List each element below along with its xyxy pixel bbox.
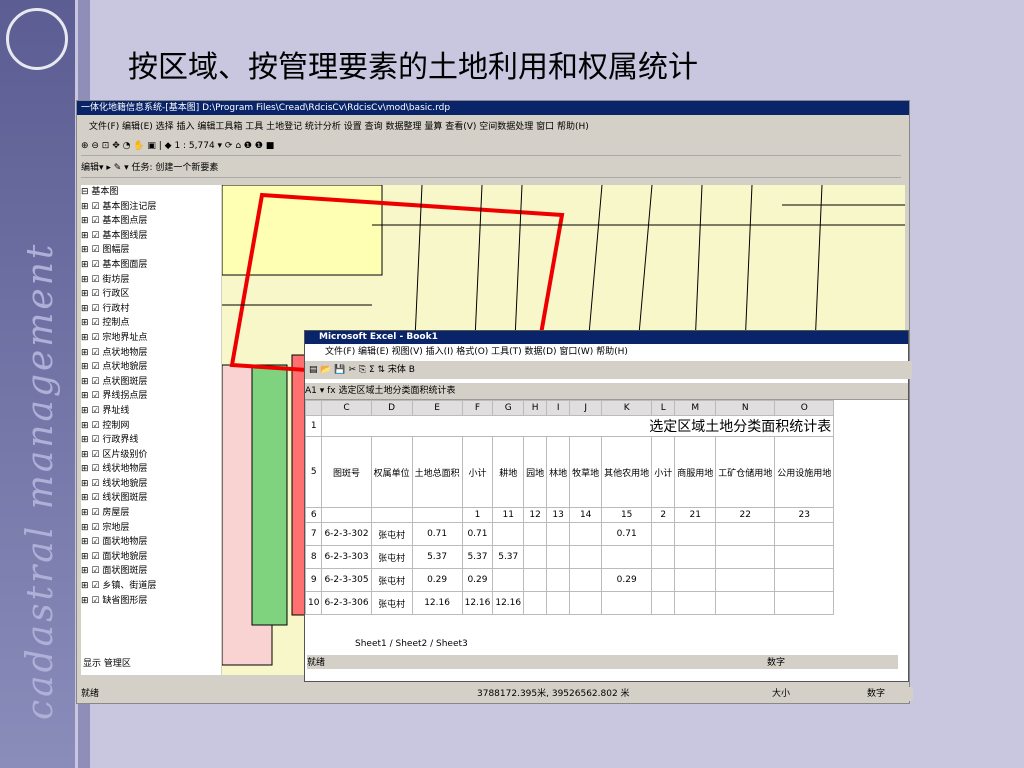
layer-item[interactable]: ⊞ ☑ 基本图注记层: [81, 200, 221, 215]
vertical-text: cadastral management: [20, 241, 61, 720]
layer-item[interactable]: ⊞ ☑ 点状图斑层: [81, 375, 221, 390]
spreadsheet[interactable]: C D E F G H I J K L M N O 1 选定区域土地分类面积统计表 5 图斑号 权属单位 土地总面积…: [304, 400, 835, 615]
layer-item[interactable]: ⊞ ☑ 基本图线层: [81, 229, 221, 244]
layer-item[interactable]: ⊞ ☑ 控制网: [81, 419, 221, 434]
layer-item[interactable]: ⊞ ☑ 点状地物层: [81, 346, 221, 361]
layer-item[interactable]: ⊞ ☑ 图幅层: [81, 243, 221, 258]
layer-item[interactable]: ⊞ ☑ 面状图斑层: [81, 564, 221, 579]
layer-item[interactable]: ⊞ ☑ 行政界线: [81, 433, 221, 448]
excel-title: Microsoft Excel - Book1: [305, 331, 908, 344]
side-banner: cadastral management: [0, 0, 75, 768]
excel-menu[interactable]: 文件(F) 编辑(E) 视图(V) 插入(I) 格式(O) 工具(T) 数据(D…: [325, 345, 905, 359]
menu-bar[interactable]: 文件(F) 编辑(E) 选择 插入 编辑工具箱 工具 土地登记 统计分析 设置 …: [77, 119, 589, 133]
layer-item[interactable]: ⊞ ☑ 房屋层: [81, 506, 221, 521]
layer-item[interactable]: ⊞ ☑ 行政区: [81, 287, 221, 302]
layer-item[interactable]: ⊞ ☑ 缺省图形层: [81, 594, 221, 609]
layer-item[interactable]: ⊞ ☑ 宗地界址点: [81, 331, 221, 346]
excel-toolbar[interactable]: ▤ 📂 💾 ✂ ⎘ Σ ⇅ 宋体 B: [305, 361, 912, 379]
layer-item[interactable]: ⊞ ☑ 线状地物层: [81, 462, 221, 477]
name-box[interactable]: A1: [305, 386, 317, 396]
layer-item[interactable]: ⊞ ☑ 宗地层: [81, 521, 221, 536]
formula-text[interactable]: 选定区域土地分类面积统计表: [339, 386, 456, 396]
excel-window[interactable]: Microsoft Excel - Book1 文件(F) 编辑(E) 视图(V…: [304, 330, 912, 682]
layer-item[interactable]: ⊞ ☑ 区片级别价: [81, 448, 221, 463]
layer-item[interactable]: ⊞ ☑ 基本图点层: [81, 214, 221, 229]
excel-status: 就绪 数字: [307, 655, 898, 669]
layer-item[interactable]: ⊞ ☑ 界址线: [81, 404, 221, 419]
tab-display[interactable]: 显示: [83, 659, 101, 669]
layer-item[interactable]: ⊞ ☑ 行政村: [81, 302, 221, 317]
slide-title: 按区域、按管理要素的土地利用和权属统计: [128, 50, 698, 85]
formula-bar[interactable]: A1 ▾ fx 选定区域土地分类面积统计表: [305, 383, 908, 400]
status-bar: 就绪 3788172.395米, 39526562.802 米大小 数字: [77, 687, 913, 701]
edit-toolbar[interactable]: 编辑▾ ▸ ✎ ▾ 任务: 创建一个新要素: [81, 159, 901, 178]
scale-field[interactable]: 1 : 5,774: [174, 141, 214, 151]
sheet-tabs[interactable]: Sheet1 / Sheet2 / Sheet3: [305, 639, 468, 649]
tab-manage[interactable]: 管理区: [104, 659, 131, 669]
layer-item[interactable]: ⊞ ☑ 线状图斑层: [81, 491, 221, 506]
layer-item[interactable]: ⊞ ☑ 街坊层: [81, 273, 221, 288]
gis-window: 一体化地籍信息系统-[基本图] D:\Program Files\Cread\R…: [76, 100, 913, 704]
university-seal: [6, 8, 68, 70]
app-title: 一体化地籍信息系统-[基本图] D:\Program Files\Cread\R…: [77, 101, 909, 115]
toolbar[interactable]: ⊕ ⊖ ⊡ ✥ ◔ ✋ ▣ | ◆ 1 : 5,774 ▾ ⟳ ⌂ ❶ ❶ ■: [81, 137, 901, 156]
layer-item[interactable]: ⊟ 基本图: [81, 185, 221, 200]
layer-item[interactable]: ⊞ ☑ 乡镇、街道层: [81, 579, 221, 594]
layer-item[interactable]: ⊞ ☑ 线状地貌层: [81, 477, 221, 492]
layer-item[interactable]: ⊞ ☑ 界线拐点层: [81, 389, 221, 404]
layer-item[interactable]: ⊞ ☑ 控制点: [81, 316, 221, 331]
layer-item[interactable]: ⊞ ☑ 面状地物层: [81, 535, 221, 550]
layer-item[interactable]: ⊞ ☑ 基本图面层: [81, 258, 221, 273]
layer-item[interactable]: ⊞ ☑ 面状地貌层: [81, 550, 221, 565]
layer-panel: ⊟ 基本图 ⊞ ☑ 基本图注记层 ⊞ ☑ 基本图点层 ⊞ ☑ 基本图线层 ⊞ ☑ 图幅层…: [81, 185, 221, 675]
layer-item[interactable]: ⊞ ☑ 点状地貌层: [81, 360, 221, 375]
excel-font[interactable]: 宋体: [388, 365, 406, 375]
